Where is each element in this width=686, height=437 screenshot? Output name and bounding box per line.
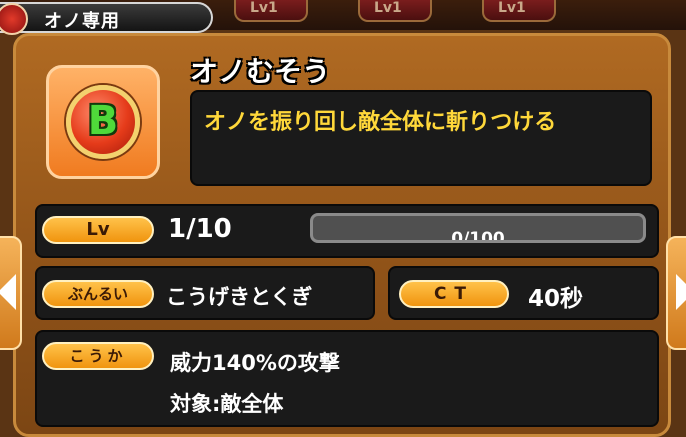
category-badge: ぶんるい — [42, 280, 154, 308]
background-slot: Lv1 — [482, 0, 556, 22]
arrow-left-icon — [0, 274, 16, 310]
arrow-right-icon — [676, 274, 686, 310]
weapon-tag: オノ専用 — [0, 2, 213, 35]
category-badge-label: ぶんるい — [67, 285, 128, 303]
description-box: オノを振り回し敵全体に斬りつける — [190, 90, 652, 186]
category-value: こうげきとくぎ — [166, 285, 313, 309]
skill-name: オノむそう — [190, 55, 331, 88]
gem-letter: B — [87, 98, 119, 145]
background-slot-label: Lv1 — [498, 0, 526, 16]
skill-icon-frame: B — [46, 65, 160, 179]
next-skill-button[interactable] — [666, 236, 686, 350]
effect-line-1: 威力140%の攻撃 — [170, 351, 340, 375]
level-badge-label: Lv — [86, 219, 110, 240]
level-value: 1/10 — [168, 214, 232, 244]
ct-value: 40秒 — [528, 286, 584, 312]
background-slot: Lv1 — [358, 0, 432, 22]
ct-badge: CT — [399, 280, 509, 308]
effect-line-2: 対象:敵全体 — [170, 392, 284, 416]
effect-badge: こうか — [42, 342, 154, 370]
b-rank-gem-icon: B — [66, 85, 140, 159]
background-slot: Lv1 — [234, 0, 308, 22]
axe-emblem-icon — [0, 3, 28, 35]
exp-bar: 0/100 — [310, 213, 646, 243]
ct-badge-label: CT — [433, 284, 475, 304]
prev-skill-button[interactable] — [0, 236, 22, 350]
effect-badge-label: こうか — [69, 347, 127, 365]
level-badge: Lv — [42, 216, 154, 244]
background-slot-label: Lv1 — [250, 0, 278, 16]
background-slot-label: Lv1 — [374, 0, 402, 16]
skill-description: オノを振り回し敵全体に斬りつける — [204, 110, 557, 135]
exp-label: 0/100 — [451, 229, 505, 243]
weapon-tag-label: オノ専用 — [44, 11, 120, 32]
